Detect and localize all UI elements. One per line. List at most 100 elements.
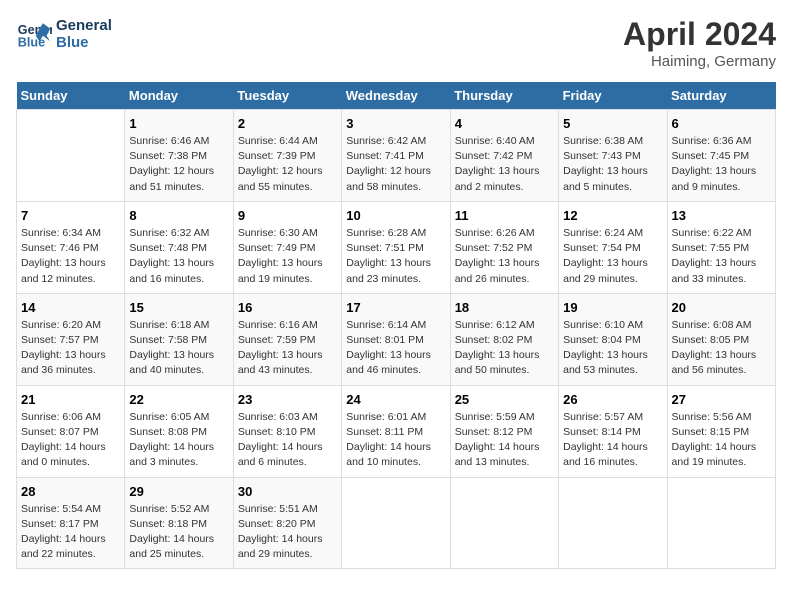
day-number: 19 bbox=[563, 300, 662, 315]
day-info: Sunrise: 6:08 AM Sunset: 8:05 PM Dayligh… bbox=[672, 318, 771, 379]
day-cell: 9Sunrise: 6:30 AM Sunset: 7:49 PM Daylig… bbox=[233, 201, 341, 293]
day-number: 23 bbox=[238, 392, 337, 407]
day-cell: 16Sunrise: 6:16 AM Sunset: 7:59 PM Dayli… bbox=[233, 293, 341, 385]
day-number: 27 bbox=[672, 392, 771, 407]
day-cell bbox=[342, 477, 450, 569]
day-info: Sunrise: 5:57 AM Sunset: 8:14 PM Dayligh… bbox=[563, 410, 662, 471]
title-block: April 2024 Haiming, Germany bbox=[623, 16, 776, 70]
logo-icon: General Blue bbox=[16, 16, 52, 52]
day-info: Sunrise: 6:22 AM Sunset: 7:55 PM Dayligh… bbox=[672, 226, 771, 287]
day-number: 3 bbox=[346, 116, 445, 131]
day-cell: 21 Sunrise: 6:06 AM Sunset: 8:07 PM Dayli… bbox=[17, 385, 125, 477]
day-cell: 19 Sunrise: 6:10 AM Sunset: 8:04 PM Dayli… bbox=[559, 293, 667, 385]
day-number: 29 bbox=[129, 484, 228, 499]
day-number: 17 bbox=[346, 300, 445, 315]
day-info: Sunrise: 6:12 AM Sunset: 8:02 PM Dayligh… bbox=[455, 318, 554, 379]
day-info: Sunrise: 5:59 AM Sunset: 8:12 PM Dayligh… bbox=[455, 410, 554, 471]
col-header-friday: Friday bbox=[559, 82, 667, 110]
day-number: 28 bbox=[21, 484, 120, 499]
day-cell: 13Sunrise: 6:22 AM Sunset: 7:55 PM Dayli… bbox=[667, 201, 775, 293]
day-number: 24 bbox=[346, 392, 445, 407]
day-info: Sunrise: 6:20 AM Sunset: 7:57 PM Dayligh… bbox=[21, 318, 120, 379]
day-info: Sunrise: 6:24 AM Sunset: 7:54 PM Dayligh… bbox=[563, 226, 662, 287]
col-header-wednesday: Wednesday bbox=[342, 82, 450, 110]
day-info: Sunrise: 6:05 AM Sunset: 8:08 PM Dayligh… bbox=[129, 410, 228, 471]
day-number: 5 bbox=[563, 116, 662, 131]
day-cell: 23 Sunrise: 6:03 AM Sunset: 8:10 PM Dayli… bbox=[233, 385, 341, 477]
day-number: 11 bbox=[455, 208, 554, 223]
logo: General Blue General Blue bbox=[16, 16, 112, 52]
day-info: Sunrise: 6:28 AM Sunset: 7:51 PM Dayligh… bbox=[346, 226, 445, 287]
day-number: 4 bbox=[455, 116, 554, 131]
day-info: Sunrise: 6:30 AM Sunset: 7:49 PM Dayligh… bbox=[238, 226, 337, 287]
day-info: Sunrise: 6:34 AM Sunset: 7:46 PM Dayligh… bbox=[21, 226, 120, 287]
day-cell: 5 Sunrise: 6:38 AM Sunset: 7:43 PM Daylig… bbox=[559, 110, 667, 202]
day-number: 21 bbox=[21, 392, 120, 407]
day-number: 15 bbox=[129, 300, 228, 315]
week-row-3: 14 Sunrise: 6:20 AM Sunset: 7:57 PM Dayli… bbox=[17, 293, 776, 385]
day-info: Sunrise: 6:36 AM Sunset: 7:45 PM Dayligh… bbox=[672, 134, 771, 195]
day-cell: 28 Sunrise: 5:54 AM Sunset: 8:17 PM Dayli… bbox=[17, 477, 125, 569]
day-info: Sunrise: 6:18 AM Sunset: 7:58 PM Dayligh… bbox=[129, 318, 228, 379]
day-cell: 1 Sunrise: 6:46 AM Sunset: 7:38 PM Daylig… bbox=[125, 110, 233, 202]
day-cell: 30 Sunrise: 5:51 AM Sunset: 8:20 PM Dayli… bbox=[233, 477, 341, 569]
day-cell bbox=[559, 477, 667, 569]
day-cell: 20 Sunrise: 6:08 AM Sunset: 8:05 PM Dayli… bbox=[667, 293, 775, 385]
calendar-table: SundayMondayTuesdayWednesdayThursdayFrid… bbox=[16, 82, 776, 569]
day-cell bbox=[17, 110, 125, 202]
day-cell: 26 Sunrise: 5:57 AM Sunset: 8:14 PM Dayli… bbox=[559, 385, 667, 477]
day-cell: 2 Sunrise: 6:44 AM Sunset: 7:39 PM Daylig… bbox=[233, 110, 341, 202]
col-header-thursday: Thursday bbox=[450, 82, 558, 110]
day-number: 26 bbox=[563, 392, 662, 407]
day-info: Sunrise: 6:26 AM Sunset: 7:52 PM Dayligh… bbox=[455, 226, 554, 287]
day-info: Sunrise: 6:06 AM Sunset: 8:07 PM Dayligh… bbox=[21, 410, 120, 471]
day-info: Sunrise: 6:10 AM Sunset: 8:04 PM Dayligh… bbox=[563, 318, 662, 379]
week-row-1: 1 Sunrise: 6:46 AM Sunset: 7:38 PM Daylig… bbox=[17, 110, 776, 202]
day-cell: 7 Sunrise: 6:34 AM Sunset: 7:46 PM Daylig… bbox=[17, 201, 125, 293]
day-info: Sunrise: 6:40 AM Sunset: 7:42 PM Dayligh… bbox=[455, 134, 554, 195]
day-info: Sunrise: 6:03 AM Sunset: 8:10 PM Dayligh… bbox=[238, 410, 337, 471]
day-cell: 15 Sunrise: 6:18 AM Sunset: 7:58 PM Dayli… bbox=[125, 293, 233, 385]
day-cell: 4 Sunrise: 6:40 AM Sunset: 7:42 PM Daylig… bbox=[450, 110, 558, 202]
day-cell: 24Sunrise: 6:01 AM Sunset: 8:11 PM Dayli… bbox=[342, 385, 450, 477]
day-cell: 18 Sunrise: 6:12 AM Sunset: 8:02 PM Dayli… bbox=[450, 293, 558, 385]
day-number: 10 bbox=[346, 208, 445, 223]
day-cell: 27 Sunrise: 5:56 AM Sunset: 8:15 PM Dayli… bbox=[667, 385, 775, 477]
day-cell: 10 Sunrise: 6:28 AM Sunset: 7:51 PM Dayli… bbox=[342, 201, 450, 293]
day-info: Sunrise: 5:56 AM Sunset: 8:15 PM Dayligh… bbox=[672, 410, 771, 471]
day-info: Sunrise: 5:54 AM Sunset: 8:17 PM Dayligh… bbox=[21, 502, 120, 563]
day-cell: 17 Sunrise: 6:14 AM Sunset: 8:01 PM Dayli… bbox=[342, 293, 450, 385]
day-cell: 6 Sunrise: 6:36 AM Sunset: 7:45 PM Daylig… bbox=[667, 110, 775, 202]
day-info: Sunrise: 5:51 AM Sunset: 8:20 PM Dayligh… bbox=[238, 502, 337, 563]
day-cell: 8Sunrise: 6:32 AM Sunset: 7:48 PM Daylig… bbox=[125, 201, 233, 293]
day-cell: 29 Sunrise: 5:52 AM Sunset: 8:18 PM Dayli… bbox=[125, 477, 233, 569]
day-info: Sunrise: 6:44 AM Sunset: 7:39 PM Dayligh… bbox=[238, 134, 337, 195]
col-header-monday: Monday bbox=[125, 82, 233, 110]
week-row-2: 7 Sunrise: 6:34 AM Sunset: 7:46 PM Daylig… bbox=[17, 201, 776, 293]
week-row-4: 21 Sunrise: 6:06 AM Sunset: 8:07 PM Dayli… bbox=[17, 385, 776, 477]
day-info: Sunrise: 6:14 AM Sunset: 8:01 PM Dayligh… bbox=[346, 318, 445, 379]
day-cell: 25Sunrise: 5:59 AM Sunset: 8:12 PM Dayli… bbox=[450, 385, 558, 477]
day-cell: 14 Sunrise: 6:20 AM Sunset: 7:57 PM Dayli… bbox=[17, 293, 125, 385]
day-number: 2 bbox=[238, 116, 337, 131]
day-info: Sunrise: 6:46 AM Sunset: 7:38 PM Dayligh… bbox=[129, 134, 228, 195]
day-number: 22 bbox=[129, 392, 228, 407]
day-number: 30 bbox=[238, 484, 337, 499]
day-info: Sunrise: 5:52 AM Sunset: 8:18 PM Dayligh… bbox=[129, 502, 228, 563]
col-header-tuesday: Tuesday bbox=[233, 82, 341, 110]
day-cell: 12Sunrise: 6:24 AM Sunset: 7:54 PM Dayli… bbox=[559, 201, 667, 293]
day-cell: 3 Sunrise: 6:42 AM Sunset: 7:41 PM Daylig… bbox=[342, 110, 450, 202]
col-header-saturday: Saturday bbox=[667, 82, 775, 110]
day-info: Sunrise: 6:38 AM Sunset: 7:43 PM Dayligh… bbox=[563, 134, 662, 195]
day-number: 20 bbox=[672, 300, 771, 315]
day-cell bbox=[667, 477, 775, 569]
day-number: 6 bbox=[672, 116, 771, 131]
day-number: 18 bbox=[455, 300, 554, 315]
day-number: 14 bbox=[21, 300, 120, 315]
day-cell: 11 Sunrise: 6:26 AM Sunset: 7:52 PM Dayli… bbox=[450, 201, 558, 293]
logo-text-blue: Blue bbox=[56, 34, 112, 51]
page-header: General Blue General Blue April 2024 Hai… bbox=[16, 16, 776, 70]
day-number: 7 bbox=[21, 208, 120, 223]
day-info: Sunrise: 6:42 AM Sunset: 7:41 PM Dayligh… bbox=[346, 134, 445, 195]
day-number: 1 bbox=[129, 116, 228, 131]
